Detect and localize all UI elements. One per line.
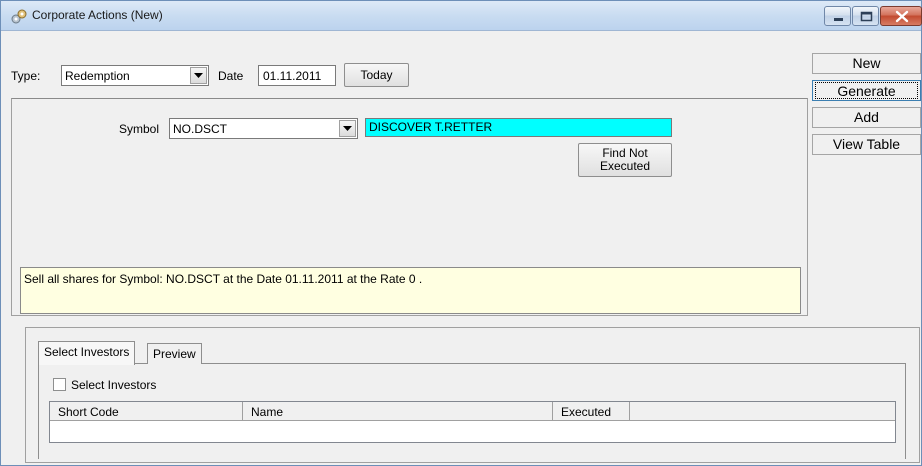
date-value: 01.11.2011 <box>263 69 322 83</box>
column-executed[interactable]: Executed <box>553 402 630 421</box>
symbol-value: NO.DSCT <box>173 122 227 136</box>
symbol-select[interactable]: NO.DSCT <box>169 118 358 139</box>
tab-preview[interactable]: Preview <box>147 343 202 364</box>
find-button-line2: Executed <box>599 159 651 173</box>
column-name[interactable]: Name <box>243 402 553 421</box>
maximize-icon <box>860 11 873 22</box>
generate-button[interactable]: Generate <box>812 80 921 101</box>
action-message-text: Sell all shares for Symbol: NO.DSCT at t… <box>24 272 423 286</box>
type-dropdown-button[interactable] <box>190 67 207 84</box>
chevron-down-icon <box>194 73 203 78</box>
action-message: Sell all shares for Symbol: NO.DSCT at t… <box>20 267 801 314</box>
generate-button-label: Generate <box>815 82 918 99</box>
column-short-code[interactable]: Short Code <box>50 402 243 421</box>
symbol-description-text: DISCOVER T.RETTER <box>369 120 493 134</box>
symbol-description: DISCOVER T.RETTER <box>365 118 672 137</box>
corporate-actions-icon <box>11 9 27 24</box>
close-icon <box>895 10 909 23</box>
add-button[interactable]: Add <box>812 107 921 128</box>
view-table-button[interactable]: View Table <box>812 134 921 155</box>
type-select[interactable]: Redemption <box>61 65 209 86</box>
close-button[interactable] <box>880 6 922 26</box>
type-label: Type: <box>11 69 41 83</box>
window-title: Corporate Actions (New) <box>32 8 163 22</box>
today-button[interactable]: Today <box>344 63 409 87</box>
chevron-down-icon <box>343 126 352 131</box>
type-value: Redemption <box>65 69 130 83</box>
maximize-button[interactable] <box>852 6 879 26</box>
investors-table[interactable]: Short Code Name Executed <box>49 401 896 443</box>
find-not-executed-button[interactable]: Find Not Executed <box>578 143 672 177</box>
date-label: Date <box>218 69 244 83</box>
symbol-label: Symbol <box>119 122 160 136</box>
select-investors-checkbox[interactable] <box>53 378 66 391</box>
investors-table-header: Short Code Name Executed <box>50 402 895 421</box>
title-bar[interactable]: Corporate Actions (New) <box>1 1 922 31</box>
select-investors-label: Select Investors <box>71 378 157 392</box>
date-input[interactable]: 01.11.2011 <box>258 65 336 86</box>
corporate-actions-window: Corporate Actions (New) Type: Redemption… <box>0 0 922 466</box>
symbol-dropdown-button[interactable] <box>339 120 356 137</box>
minimize-button[interactable] <box>824 6 851 26</box>
new-button[interactable]: New <box>812 53 921 74</box>
tab-select-investors[interactable]: Select Investors <box>38 341 136 365</box>
minimize-icon <box>834 18 843 21</box>
